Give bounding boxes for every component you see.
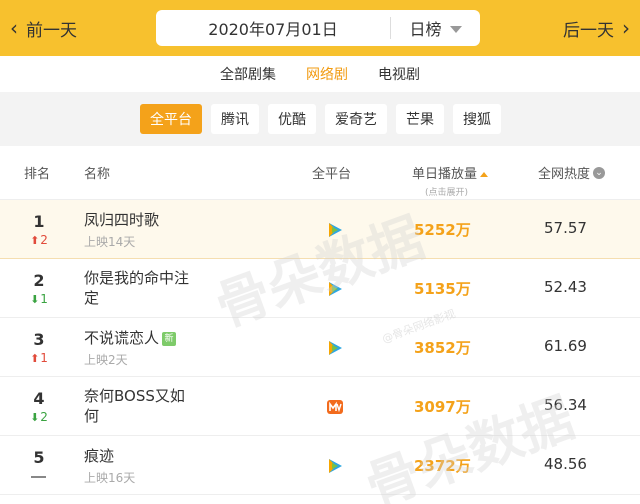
table-row[interactable]: 1 ⬆2 凤归四时歌 上映14天 5252万 57.57 xyxy=(0,200,640,259)
series-title[interactable]: 痕迹 xyxy=(84,446,114,466)
days-on-air: 上映14天 xyxy=(84,235,136,249)
mango-tv-icon xyxy=(327,400,343,414)
series-title[interactable]: 凤归四时歌 xyxy=(84,210,159,230)
period-label: 日榜 xyxy=(409,20,442,39)
days-on-air: 上映16天 xyxy=(84,471,136,485)
ranking-table-header: 排名 名称 全平台 单日播放量 (点击展开) 全网热度 ⌄ xyxy=(0,146,640,200)
column-platform: 全平台 xyxy=(312,167,352,182)
rank-change-value: 1 xyxy=(40,292,48,306)
next-day-button[interactable]: 后一天 › xyxy=(563,14,630,42)
rank-number: 2 xyxy=(33,271,45,290)
column-rank: 排名 xyxy=(24,167,51,182)
next-day-label: 后一天 xyxy=(563,20,614,41)
series-title[interactable]: 奈何BOSS又如何 xyxy=(84,386,194,426)
series-title: 不说谎恋人 xyxy=(84,329,160,347)
table-row[interactable]: 3 ⬆1 不说谎恋人新 上映2天 3852万 61.69 xyxy=(0,318,640,377)
tab-all-series[interactable]: 全部剧集 xyxy=(220,64,276,84)
ranking-list: 1 ⬆2 凤归四时歌 上映14天 5252万 57.57 2 ⬇1 你是我的命中… xyxy=(0,200,640,495)
platform-filter-bar: 全平台 腾讯 优酷 爱奇艺 芒果 搜狐 xyxy=(0,92,640,146)
caret-down-icon xyxy=(449,25,462,33)
rank-change-down: ⬇1 xyxy=(0,292,78,306)
expand-hint[interactable]: (点击展开) xyxy=(425,185,468,198)
rank-change-down: ⬇2 xyxy=(0,410,78,424)
previous-day-label: 前一天 xyxy=(26,20,77,41)
column-daily-plays[interactable]: 单日播放量 xyxy=(412,163,489,182)
daily-plays: 3097万 xyxy=(414,398,471,416)
table-row[interactable]: 2 ⬇1 你是我的命中注定 5135万 52.43 xyxy=(0,259,640,318)
column-heat[interactable]: 全网热度 ⌄ xyxy=(538,163,606,182)
heat-score: 57.57 xyxy=(544,219,587,237)
tencent-video-icon xyxy=(329,282,342,296)
rank-number: 5 xyxy=(33,448,45,467)
filter-all-platforms[interactable]: 全平台 xyxy=(140,104,202,134)
arrow-up-icon: ⬆ xyxy=(30,234,40,247)
tencent-video-icon xyxy=(329,223,342,237)
arrow-up-icon: ⬆ xyxy=(30,352,40,365)
rank-change-value: 1 xyxy=(40,351,48,365)
rank-change-value: 2 xyxy=(40,233,48,247)
rank-number: 1 xyxy=(33,212,45,231)
series-title[interactable]: 你是我的命中注定 xyxy=(84,268,194,308)
filter-tencent[interactable]: 腾讯 xyxy=(211,104,259,134)
date-picker[interactable]: 2020年07月01日 xyxy=(156,16,390,40)
category-tabs: 全部剧集 网络剧 电视剧 xyxy=(0,56,640,92)
heat-score: 61.69 xyxy=(544,337,587,355)
previous-day-button[interactable]: ‹ 前一天 xyxy=(10,14,77,42)
column-name: 名称 xyxy=(84,167,111,182)
chevron-down-circle-icon: ⌄ xyxy=(593,166,606,179)
rank-unchanged-mark xyxy=(31,476,46,478)
series-title-wrap[interactable]: 不说谎恋人新 xyxy=(84,328,177,348)
heat-label: 全网热度 xyxy=(538,167,591,182)
heat-score: 56.34 xyxy=(544,396,587,414)
date-selector: 2020年07月01日 日榜 xyxy=(156,10,480,46)
new-badge: 新 xyxy=(162,331,177,346)
rank-change-up: ⬆1 xyxy=(0,351,78,365)
daily-plays: 5135万 xyxy=(414,280,471,298)
filter-sohu[interactable]: 搜狐 xyxy=(453,104,501,134)
tab-web-series[interactable]: 网络剧 xyxy=(306,64,348,84)
tencent-video-icon xyxy=(329,341,342,355)
rank-number: 4 xyxy=(33,389,45,408)
table-row[interactable]: 5 痕迹 上映16天 2372万 48.56 xyxy=(0,436,640,495)
arrow-down-icon: ⬇ xyxy=(30,293,40,306)
chevron-left-icon: ‹ xyxy=(10,16,18,40)
days-on-air: 上映2天 xyxy=(84,353,128,367)
sort-arrow-icon xyxy=(480,172,489,177)
daily-plays: 5252万 xyxy=(414,221,471,239)
chevron-right-icon: › xyxy=(622,16,630,40)
rank-number: 3 xyxy=(33,330,45,349)
filter-iqiyi[interactable]: 爱奇艺 xyxy=(325,104,387,134)
rank-change-up: ⬆2 xyxy=(0,233,78,247)
daily-plays-label: 单日播放量 xyxy=(412,167,478,182)
tencent-video-icon xyxy=(329,459,342,473)
arrow-down-icon: ⬇ xyxy=(30,411,40,424)
date-navigation-bar: ‹ 前一天 2020年07月01日 日榜 后一天 › xyxy=(0,0,640,56)
heat-score: 52.43 xyxy=(544,278,587,296)
daily-plays: 3852万 xyxy=(414,339,471,357)
daily-plays: 2372万 xyxy=(414,457,471,475)
filter-mango[interactable]: 芒果 xyxy=(396,104,444,134)
period-dropdown[interactable]: 日榜 xyxy=(391,16,480,40)
table-row[interactable]: 4 ⬇2 奈何BOSS又如何 3097万 56.34 xyxy=(0,377,640,436)
filter-youku[interactable]: 优酷 xyxy=(268,104,316,134)
tab-tv-series[interactable]: 电视剧 xyxy=(378,64,420,84)
heat-score: 48.56 xyxy=(544,455,587,473)
rank-change-value: 2 xyxy=(40,410,48,424)
